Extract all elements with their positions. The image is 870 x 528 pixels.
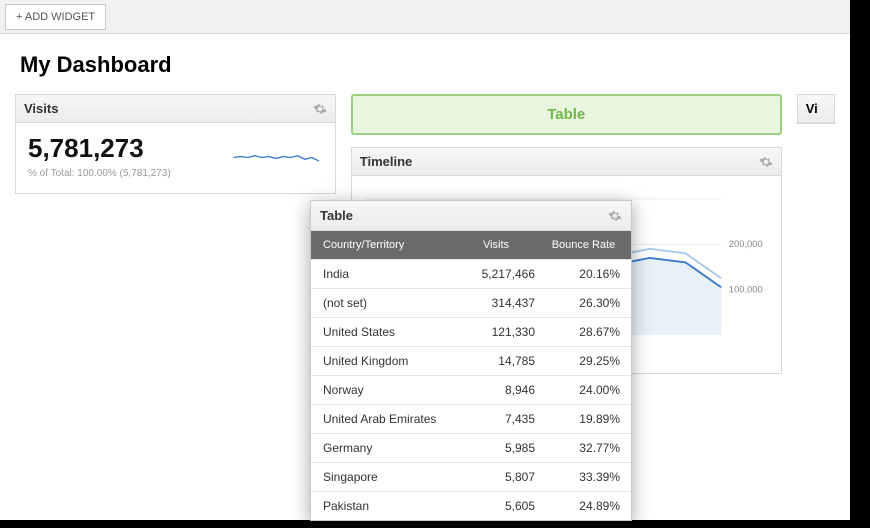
- visits-sparkline: [233, 145, 323, 170]
- table-header-visits[interactable]: Visits: [451, 231, 541, 259]
- table-header-bounce[interactable]: Bounce Rate: [541, 231, 626, 259]
- visits-cell: 14,785: [451, 347, 541, 375]
- gear-icon[interactable]: [608, 209, 622, 223]
- table-row[interactable]: Germany5,98532.77%: [311, 433, 631, 462]
- country-cell: Norway: [311, 376, 451, 404]
- visits-cell: 5,605: [451, 492, 541, 520]
- bounce-cell: 28.67%: [541, 318, 626, 346]
- add-widget-button[interactable]: + ADD WIDGET: [5, 4, 106, 30]
- country-cell: Pakistan: [311, 492, 451, 520]
- country-cell: United Arab Emirates: [311, 405, 451, 433]
- table-row[interactable]: (not set)314,43726.30%: [311, 288, 631, 317]
- table-row[interactable]: India5,217,46620.16%: [311, 259, 631, 288]
- timeline-widget-title: Timeline: [360, 154, 413, 169]
- bounce-cell: 32.77%: [541, 434, 626, 462]
- floating-table-title: Table: [320, 208, 353, 223]
- cutoff-widget: Vi: [797, 94, 835, 124]
- visits-cell: 7,435: [451, 405, 541, 433]
- svg-text:100,000: 100,000: [729, 284, 763, 294]
- country-cell: United Kingdom: [311, 347, 451, 375]
- country-cell: (not set): [311, 289, 451, 317]
- table-chip[interactable]: Table: [351, 94, 782, 135]
- visits-cell: 5,217,466: [451, 260, 541, 288]
- visits-cell: 5,985: [451, 434, 541, 462]
- table-row[interactable]: Norway8,94624.00%: [311, 375, 631, 404]
- table-header-country[interactable]: Country/Territory: [311, 231, 451, 259]
- bounce-cell: 24.00%: [541, 376, 626, 404]
- table-row[interactable]: Singapore5,80733.39%: [311, 462, 631, 491]
- gear-icon[interactable]: [313, 102, 327, 116]
- page-title: My Dashboard: [0, 34, 850, 94]
- table-row[interactable]: United Kingdom14,78529.25%: [311, 346, 631, 375]
- bounce-cell: 20.16%: [541, 260, 626, 288]
- bounce-cell: 26.30%: [541, 289, 626, 317]
- cutoff-widget-title: Vi: [798, 95, 834, 123]
- table-header-row: Country/Territory Visits Bounce Rate: [311, 231, 631, 259]
- table-row[interactable]: Pakistan5,60524.89%: [311, 491, 631, 520]
- visits-cell: 121,330: [451, 318, 541, 346]
- country-cell: Singapore: [311, 463, 451, 491]
- bounce-cell: 29.25%: [541, 347, 626, 375]
- visits-metric-subtext: % of Total: 100.00% (5,781,273): [28, 168, 171, 179]
- country-cell: Germany: [311, 434, 451, 462]
- visits-widget-title: Visits: [24, 101, 58, 116]
- table-row[interactable]: United States121,33028.67%: [311, 317, 631, 346]
- bounce-cell: 33.39%: [541, 463, 626, 491]
- visits-widget: Visits 5,781,273 % of Total: 100.00% (5,…: [15, 94, 336, 194]
- toolbar: + ADD WIDGET: [0, 0, 850, 34]
- country-cell: United States: [311, 318, 451, 346]
- visits-cell: 5,807: [451, 463, 541, 491]
- svg-text:200,000: 200,000: [729, 239, 763, 249]
- table-row[interactable]: United Arab Emirates7,43519.89%: [311, 404, 631, 433]
- visits-metric-value: 5,781,273: [28, 133, 171, 164]
- visits-cell: 314,437: [451, 289, 541, 317]
- bounce-cell: 24.89%: [541, 492, 626, 520]
- floating-table-widget[interactable]: Table Country/Territory Visits Bounce Ra…: [310, 200, 632, 521]
- gear-icon[interactable]: [759, 155, 773, 169]
- country-cell: India: [311, 260, 451, 288]
- visits-cell: 8,946: [451, 376, 541, 404]
- bounce-cell: 19.89%: [541, 405, 626, 433]
